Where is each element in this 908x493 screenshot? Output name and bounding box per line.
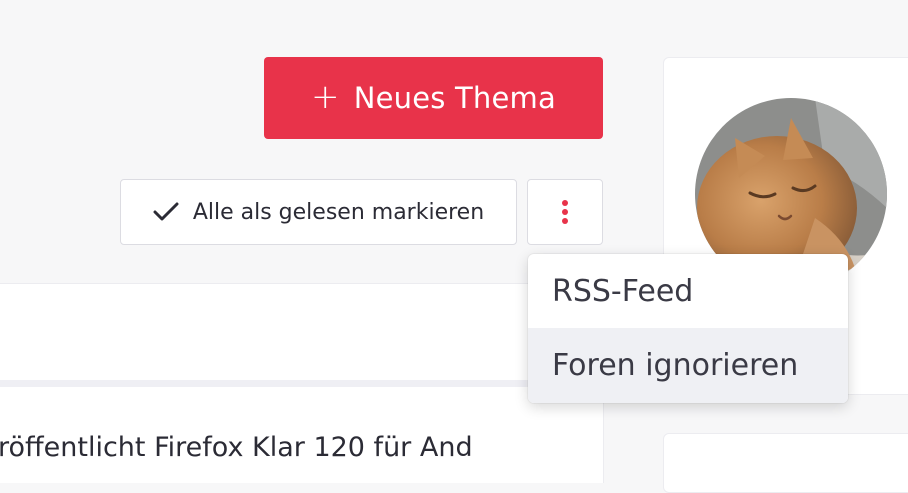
menu-item-ignore-forums[interactable]: Foren ignorieren [528, 328, 848, 403]
check-icon [153, 202, 179, 221]
vertical-dots-icon [562, 200, 568, 224]
topic-title-link[interactable]: röffentlicht Firefox Klar 120 für And [0, 432, 473, 463]
more-options-menu: RSS-Feed Foren ignorieren [528, 254, 848, 403]
mark-all-read-label: Alle als gelesen markieren [192, 199, 485, 225]
new-topic-label: Neues Thema [353, 81, 556, 115]
more-options-button[interactable] [527, 179, 603, 245]
menu-item-rss-feed[interactable]: RSS-Feed [528, 254, 848, 328]
mark-all-read-button[interactable]: Alle als gelesen markieren [120, 179, 517, 245]
plus-icon: + [311, 77, 340, 117]
new-topic-button[interactable]: + Neues Thema [264, 57, 603, 139]
list-divider [0, 380, 604, 387]
topic-list-card: röffentlicht Firefox Klar 120 für And [0, 283, 604, 483]
sidebar-card [663, 433, 908, 493]
